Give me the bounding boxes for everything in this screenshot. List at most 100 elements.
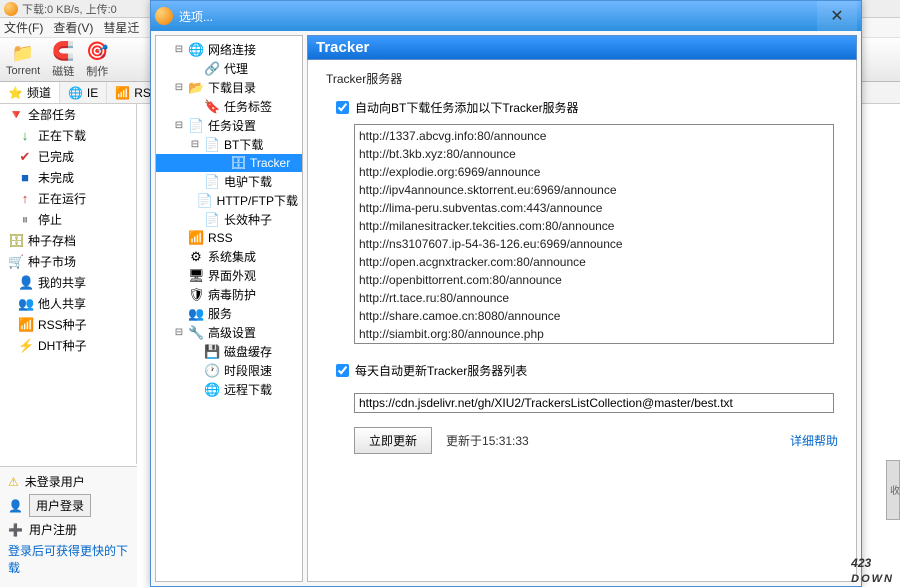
side-footer: ⚠ 未登录用户 👤 用户登录 ➕ 用户注册 登录后可获得更快的下载 <box>0 466 137 587</box>
side-item[interactable]: 🛒 种子市场 <box>0 251 136 272</box>
side-item[interactable]: 👤我的共享 <box>0 272 136 293</box>
tree-icon: 🕐 <box>204 363 220 379</box>
chk-auto-add-row[interactable]: 自动向BT下载任务添加以下Tracker服务器 <box>336 99 838 116</box>
tracker-line[interactable]: http://1337.abcvg.info:80/announce <box>359 127 829 145</box>
dialog-titlebar[interactable]: 选项... ✕ <box>151 1 861 31</box>
tree-item[interactable]: 💾磁盘缓存 <box>156 342 302 361</box>
update-url-input[interactable] <box>354 393 834 413</box>
tree-twisty-icon[interactable]: ⊟ <box>190 139 200 150</box>
tree-label: 病毒防护 <box>208 286 256 303</box>
menu-view[interactable]: 查看(V) <box>53 19 93 36</box>
tree-item[interactable]: ⊟📂下载目录 <box>156 78 302 97</box>
tree-item[interactable]: 📶RSS <box>156 229 302 247</box>
tree-item[interactable]: 🗄Tracker <box>156 154 302 172</box>
tree-item[interactable]: 🔗代理 <box>156 59 302 78</box>
side-item[interactable]: ↓正在下载 <box>0 125 136 146</box>
tree-icon: 🌐 <box>188 42 204 58</box>
tree-item[interactable]: ⊟📄BT下载 <box>156 135 302 154</box>
tab-ie[interactable]: 🌐 IE <box>60 82 107 103</box>
tree-item[interactable]: 🔖任务标签 <box>156 97 302 116</box>
user-add-icon: ➕ <box>8 523 23 537</box>
app-orb-icon <box>4 2 18 16</box>
side-drag-tab[interactable]: 收 <box>886 460 900 520</box>
tree-item[interactable]: 🕐时段限速 <box>156 361 302 380</box>
side-label: 已完成 <box>38 148 74 165</box>
tree-item[interactable]: 📄长效种子 <box>156 210 302 229</box>
tree-icon: 🔧 <box>188 325 204 341</box>
tracker-line[interactable]: http://share.camoe.cn:8080/announce <box>359 307 829 325</box>
side-item[interactable]: ⏸停止 <box>0 209 136 230</box>
tracker-line[interactable]: http://lima-peru.subventas.com:443/annou… <box>359 199 829 217</box>
tree-item[interactable]: ⊟🌐网络连接 <box>156 40 302 59</box>
tree-label: 任务设置 <box>208 117 256 134</box>
tree-twisty-icon[interactable]: ⊟ <box>174 327 184 338</box>
side-label: 未完成 <box>38 169 74 186</box>
tree-label: 时段限速 <box>224 362 272 379</box>
tree-twisty-icon[interactable]: ⊟ <box>174 44 184 55</box>
tree-item[interactable]: ⊟📄任务设置 <box>156 116 302 135</box>
side-item[interactable]: 🔻全部任务 <box>0 104 136 125</box>
menu-file[interactable]: 文件(F) <box>4 19 43 36</box>
tree-item[interactable]: ⚙系统集成 <box>156 247 302 266</box>
tracker-line[interactable]: http://ipv4announce.sktorrent.eu:6969/an… <box>359 181 829 199</box>
side-icon: 🛒 <box>8 254 22 270</box>
toolbar-torrent-label: Torrent <box>6 65 40 77</box>
close-button[interactable]: ✕ <box>817 1 857 31</box>
tree-label: 任务标签 <box>224 98 272 115</box>
login-hint-link[interactable]: 登录后可获得更快的下载 <box>8 542 129 576</box>
tree-item[interactable]: 📄电驴下载 <box>156 172 302 191</box>
not-logged-row: ⚠ 未登录用户 <box>4 471 133 492</box>
options-dialog: 选项... ✕ ⊟🌐网络连接🔗代理⊟📂下载目录🔖任务标签⊟📄任务设置⊟📄BT下载… <box>150 0 862 587</box>
tab-channel-label: 频道 <box>27 84 51 101</box>
tracker-line[interactable]: http://openbittorrent.com:80/announce <box>359 271 829 289</box>
tree-twisty-icon[interactable]: ⊟ <box>174 82 184 93</box>
tree-item[interactable]: ⊟🔧高级设置 <box>156 323 302 342</box>
side-item[interactable]: ↑正在运行 <box>0 188 136 209</box>
side-label: 种子市场 <box>28 253 76 270</box>
register-link[interactable]: 用户注册 <box>29 521 77 538</box>
side-icon: 🗄 <box>8 233 22 249</box>
chk-auto-add[interactable] <box>336 101 349 114</box>
tracker-line[interactable]: http://milanesitracker.tekcities.com:80/… <box>359 217 829 235</box>
tree-item[interactable]: 🛡病毒防护 <box>156 285 302 304</box>
side-item[interactable]: ⚡DHT种子 <box>0 335 136 356</box>
tab-channel[interactable]: ⭐ 频道 <box>0 82 60 103</box>
tracker-line[interactable]: http://bt.3kb.xyz:80/announce <box>359 145 829 163</box>
tracker-line[interactable]: http://rt.tace.ru:80/announce <box>359 289 829 307</box>
side-item[interactable]: ■未完成 <box>0 167 136 188</box>
tree-icon: 🛡 <box>188 287 204 303</box>
toolbar-torrent-button[interactable]: 📁 Torrent <box>6 42 40 77</box>
update-now-button[interactable]: 立即更新 <box>354 427 432 454</box>
chk-auto-update-row[interactable]: 每天自动更新Tracker服务器列表 <box>336 362 838 379</box>
side-item[interactable]: 👥他人共享 <box>0 293 136 314</box>
tree-twisty-icon[interactable]: ⊟ <box>174 120 184 131</box>
tracker-line[interactable]: http://explodie.org:6969/announce <box>359 163 829 181</box>
tree-icon: 📄 <box>197 193 213 209</box>
dialog-orb-icon <box>155 7 173 25</box>
watermark: 423 DOWN <box>851 547 894 585</box>
tree-item[interactable]: 🖥界面外观 <box>156 266 302 285</box>
toolbar-magnet-button[interactable]: 🧲 磁链 <box>52 40 74 79</box>
chk-auto-update[interactable] <box>336 364 349 377</box>
tracker-line[interactable]: http://open.acgnxtracker.com:80/announce <box>359 253 829 271</box>
menu-comet[interactable]: 彗星迁 <box>103 19 139 36</box>
side-item[interactable]: 📶RSS种子 <box>0 314 136 335</box>
tree-label: BT下载 <box>224 136 263 153</box>
dialog-tree[interactable]: ⊟🌐网络连接🔗代理⊟📂下载目录🔖任务标签⊟📄任务设置⊟📄BT下载🗄Tracker… <box>155 35 303 582</box>
tree-icon: 🔖 <box>204 99 220 115</box>
tracker-list[interactable]: http://1337.abcvg.info:80/announcehttp:/… <box>354 124 834 344</box>
tree-item[interactable]: 📄HTTP/FTP下载 <box>156 191 302 210</box>
side-item[interactable]: 🗄种子存档 <box>0 230 136 251</box>
tree-item[interactable]: 👥服务 <box>156 304 302 323</box>
update-status: 更新于15:31:33 <box>446 432 529 449</box>
tree-item[interactable]: 🌐远程下载 <box>156 380 302 399</box>
login-button[interactable]: 用户登录 <box>29 494 91 517</box>
side-icon: ✔ <box>18 149 32 165</box>
toolbar-create-button[interactable]: 🎯 制作 <box>86 40 108 79</box>
side-item[interactable]: ✔ 已完成 <box>0 146 136 167</box>
tree-label: 远程下载 <box>224 381 272 398</box>
tracker-line[interactable]: http://siambit.org:80/announce.php <box>359 325 829 343</box>
help-link[interactable]: 详细帮助 <box>790 432 838 449</box>
tree-icon: 📄 <box>204 174 220 190</box>
tracker-line[interactable]: http://ns3107607.ip-54-36-126.eu:6969/an… <box>359 235 829 253</box>
